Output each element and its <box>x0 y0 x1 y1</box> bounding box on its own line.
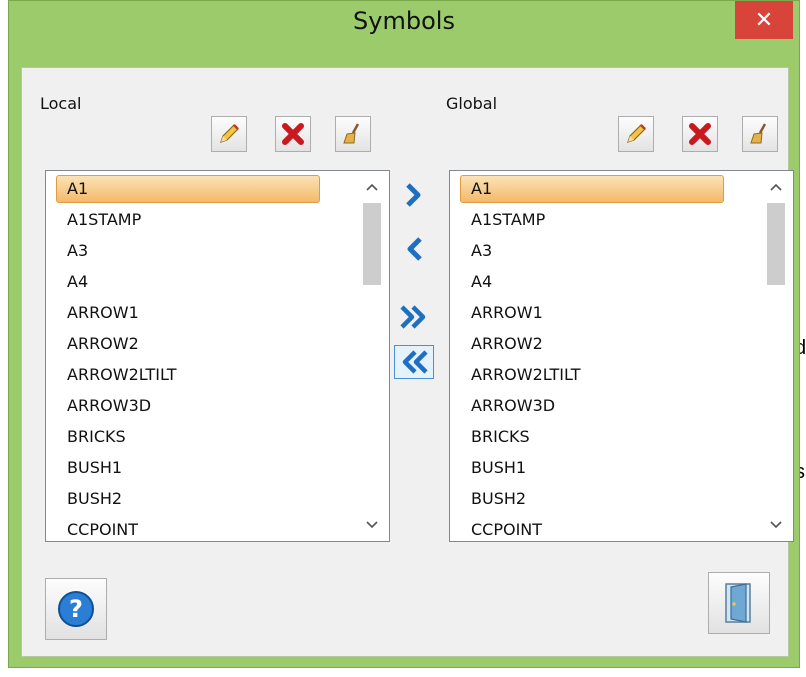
delete-x-icon <box>689 123 711 145</box>
close-button[interactable]: ✕ <box>735 1 793 39</box>
copy-left-icon <box>407 237 422 261</box>
exit-button[interactable] <box>708 572 770 634</box>
copy-to-local-button[interactable] <box>394 232 434 266</box>
exit-door-icon <box>725 583 751 623</box>
scroll-thumb[interactable] <box>363 203 381 285</box>
chevron-down-icon <box>366 521 378 529</box>
list-item[interactable]: A3 <box>460 237 724 265</box>
global-scrollbar[interactable] <box>759 171 793 541</box>
local-scrollbar[interactable] <box>355 171 389 541</box>
list-item[interactable]: ARROW2 <box>56 330 320 358</box>
pencil-icon <box>627 124 646 143</box>
list-item[interactable]: ARROW3D <box>56 392 320 420</box>
scroll-up-button[interactable] <box>759 171 793 203</box>
background-edge <box>0 0 8 677</box>
scroll-thumb[interactable] <box>767 203 785 285</box>
scroll-down-button[interactable] <box>355 509 389 541</box>
broom-icon <box>750 123 767 144</box>
chevron-up-icon <box>770 183 782 191</box>
local-clean-button[interactable] <box>335 116 371 152</box>
list-item-selected[interactable]: A1 <box>56 175 320 203</box>
global-symbol-list[interactable]: A1 A1STAMP A3 A4 ARROW1 ARROW2 ARROW2LTI… <box>449 170 794 542</box>
list-item[interactable]: A4 <box>460 268 724 296</box>
pencil-icon <box>220 124 239 143</box>
list-item[interactable]: BRICKS <box>460 423 724 451</box>
global-label: Global <box>446 94 498 113</box>
chevron-up-icon <box>366 183 378 191</box>
list-item[interactable]: ARROW1 <box>56 299 320 327</box>
list-item[interactable]: ARROW2LTILT <box>460 361 724 389</box>
local-symbol-list[interactable]: A1 A1STAMP A3 A4 ARROW1 ARROW2 ARROW2LTI… <box>45 170 390 542</box>
svg-text:?: ? <box>69 595 83 623</box>
local-label: Local <box>40 94 82 113</box>
local-delete-button[interactable] <box>275 116 311 152</box>
list-item[interactable]: A1STAMP <box>56 206 320 234</box>
list-item[interactable]: ARROW3D <box>460 392 724 420</box>
copy-all-to-local-button[interactable] <box>394 345 434 379</box>
list-item[interactable]: BRICKS <box>56 423 320 451</box>
list-item[interactable]: ARROW2LTILT <box>56 361 320 389</box>
list-item[interactable]: ARROW2 <box>460 330 724 358</box>
copy-all-left-icon <box>402 350 428 374</box>
help-button[interactable]: ? <box>45 578 107 640</box>
global-delete-button[interactable] <box>682 116 718 152</box>
help-icon: ? <box>58 591 94 627</box>
list-item[interactable]: A4 <box>56 268 320 296</box>
list-item[interactable]: A1STAMP <box>460 206 724 234</box>
window-title: Symbols <box>353 7 455 35</box>
scroll-up-button[interactable] <box>355 171 389 203</box>
copy-all-right-icon <box>400 305 426 329</box>
broom-icon <box>343 123 360 144</box>
dialog-client-area: Local A1 A1STAMP A3 A4 ARROW1 ARROW2 ARR… <box>21 67 794 657</box>
global-edit-button[interactable] <box>618 116 654 152</box>
delete-x-icon <box>282 123 304 145</box>
copy-right-icon <box>406 183 421 207</box>
list-item[interactable]: CCPOINT <box>56 516 320 541</box>
list-item[interactable]: BUSH2 <box>56 485 320 513</box>
global-clean-button[interactable] <box>742 116 778 152</box>
close-icon: ✕ <box>754 7 774 33</box>
list-item[interactable]: BUSH2 <box>460 485 724 513</box>
scroll-down-button[interactable] <box>759 509 793 541</box>
copy-all-to-global-button[interactable] <box>394 300 434 334</box>
copy-to-global-button[interactable] <box>394 178 434 212</box>
list-item[interactable]: CCPOINT <box>460 516 724 541</box>
chevron-down-icon <box>770 521 782 529</box>
list-item[interactable]: ARROW1 <box>460 299 724 327</box>
list-item[interactable]: BUSH1 <box>460 454 724 482</box>
symbols-dialog: Symbols ✕ Local A1 A1STAMP A3 A4 ARROW1 … <box>8 0 800 668</box>
list-item[interactable]: A3 <box>56 237 320 265</box>
local-edit-button[interactable] <box>211 116 247 152</box>
list-item-selected[interactable]: A1 <box>460 175 724 203</box>
list-item[interactable]: BUSH1 <box>56 454 320 482</box>
